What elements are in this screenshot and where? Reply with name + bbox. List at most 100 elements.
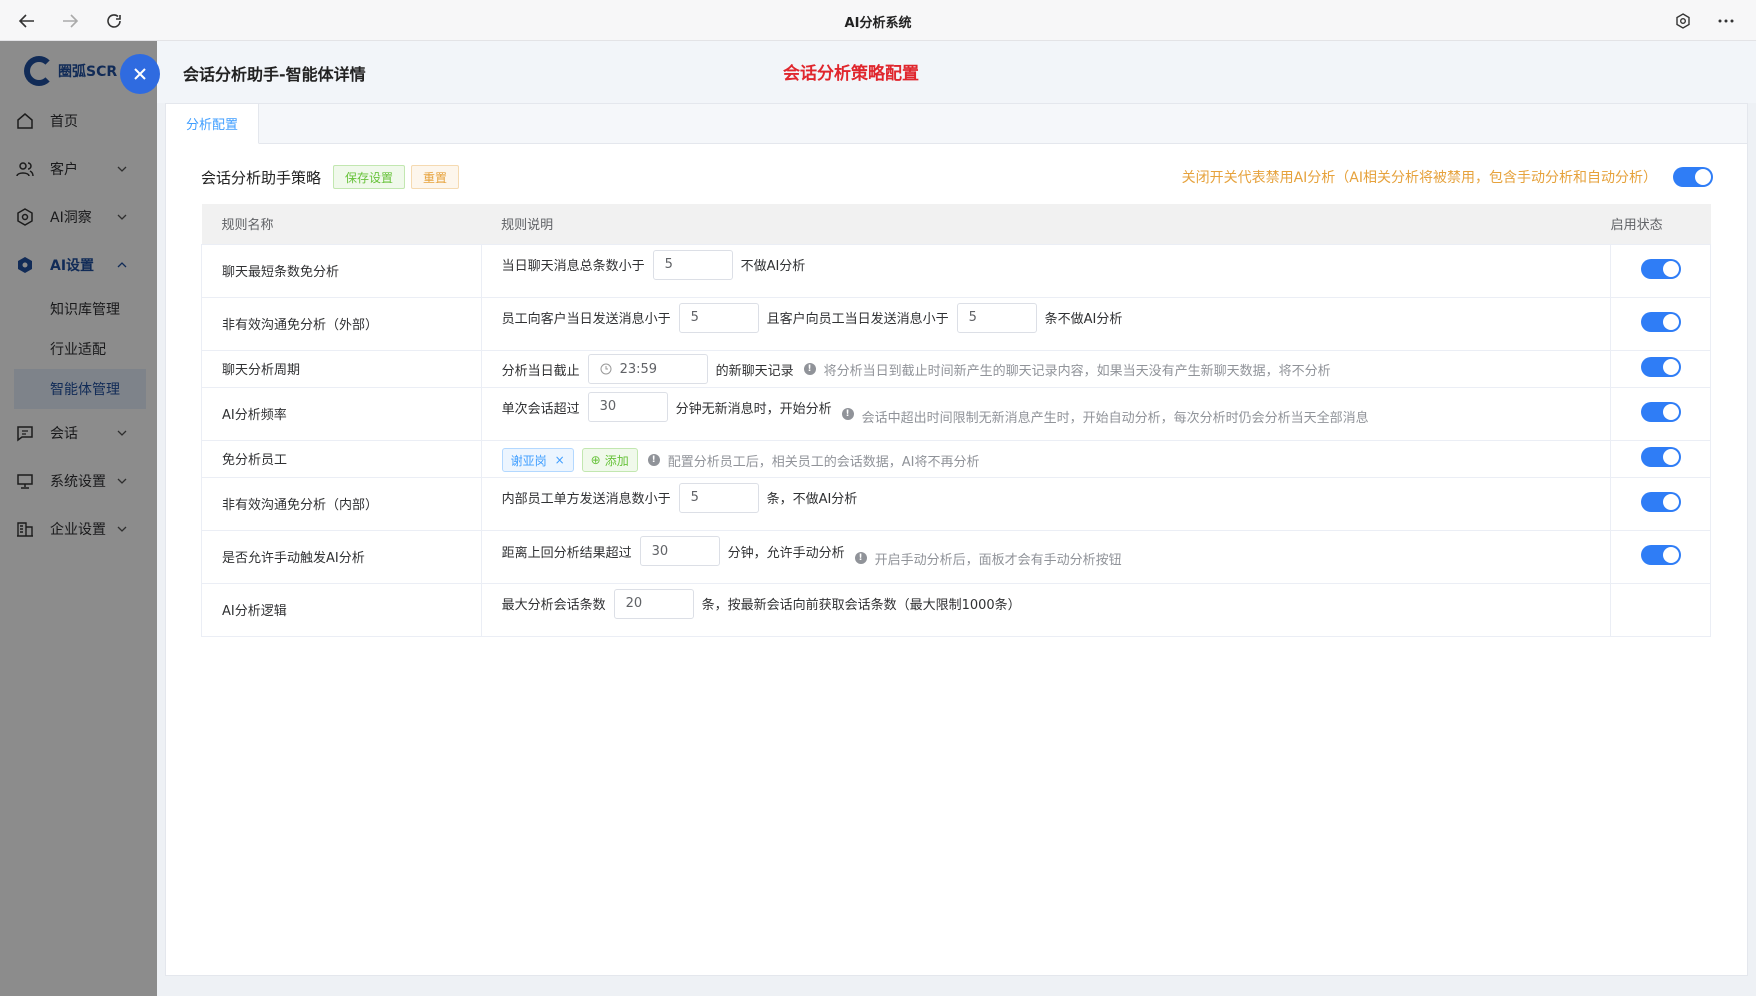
rule-text: 的新聊天记录 bbox=[715, 363, 794, 379]
table-row: AI分析逻辑 最大分析会话条数 20 条，按最新会话向前获取会话条数（最大限制1… bbox=[201, 582, 1711, 637]
rule-hint: 会话中超出时间限制无新消息产生时，开始自动分析，每次分析时仍会分析当天全部消息 bbox=[861, 410, 1369, 426]
rule-name: 聊天最短条数免分析 bbox=[201, 243, 482, 298]
max-sessions-input[interactable]: 20 bbox=[613, 588, 694, 619]
column-header-state: 启用状态 bbox=[1610, 204, 1711, 245]
info-icon: ! bbox=[841, 407, 854, 420]
add-employee-button[interactable]: ⊕ 添加 bbox=[581, 448, 638, 472]
rule-state bbox=[1610, 439, 1711, 478]
rule-name: 聊天分析周期 bbox=[201, 349, 482, 388]
rule-name: AI分析频率 bbox=[201, 386, 482, 441]
rule-desc: 最大分析会话条数 20 条，按最新会话向前获取会话条数（最大限制1000条） bbox=[480, 582, 1612, 637]
close-drawer-button[interactable] bbox=[120, 54, 160, 94]
rule-desc: 员工向客户当日发送消息小于 5 且客户向员工当日发送消息小于 5 条不做AI分析 bbox=[480, 296, 1612, 351]
rule-toggle[interactable] bbox=[1640, 401, 1681, 422]
config-panel: 分析配置 会话分析助手策略 保存设置 重置 关闭开关代表禁用AI分析（AI相关分… bbox=[165, 103, 1748, 976]
close-icon bbox=[134, 68, 146, 80]
rule-text: 分钟，允许手动分析 bbox=[727, 545, 845, 561]
rule-toggle[interactable] bbox=[1640, 311, 1681, 332]
rule-text: 距离上回分析结果超过 bbox=[501, 545, 632, 561]
rule-state bbox=[1610, 529, 1711, 584]
rule-state bbox=[1610, 296, 1711, 351]
table-row: 聊天分析周期 分析当日截止 23:59 的新聊天记录 ! 将分析当日到截止时间新… bbox=[201, 349, 1711, 388]
add-label: 添加 bbox=[604, 453, 629, 468]
rule-desc: 内部员工单方发送消息数小于 5 条，不做AI分析 bbox=[480, 476, 1612, 531]
employee-msg-input[interactable]: 5 bbox=[678, 302, 759, 333]
rule-toggle[interactable] bbox=[1640, 491, 1681, 512]
strategy-title: 会话分析助手策略 bbox=[201, 168, 322, 187]
rule-text: 条不做AI分析 bbox=[1044, 312, 1123, 327]
table-row: 免分析员工 谢亚岗 × ⊕ 添加 ! 配置分析员工后，相关员工的会话数据，AI将… bbox=[201, 439, 1711, 478]
tab-analysis-config[interactable]: 分析配置 bbox=[166, 104, 260, 144]
rule-toggle[interactable] bbox=[1640, 446, 1681, 467]
rules-table: 规则名称 规则说明 启用状态 聊天最短条数免分析 当日聊天消息总条数小于 5 不… bbox=[201, 204, 1711, 637]
rule-hint: 将分析当日到截止时间新产生的聊天记录内容，如果当天没有产生新聊天数据，将不分析 bbox=[823, 363, 1331, 379]
rule-state bbox=[1610, 476, 1711, 531]
column-header-name: 规则名称 bbox=[201, 204, 482, 245]
rule-text: 员工向客户当日发送消息小于 bbox=[501, 312, 671, 327]
clock-icon bbox=[600, 363, 612, 375]
rule-text: 分析当日截止 bbox=[501, 363, 580, 379]
rule-name: 是否允许手动触发AI分析 bbox=[201, 529, 482, 584]
table-row: 非有效沟通免分析（外部） 员工向客户当日发送消息小于 5 且客户向员工当日发送消… bbox=[201, 296, 1711, 351]
rule-desc: 分析当日截止 23:59 的新聊天记录 ! 将分析当日到截止时间新产生的聊天记录… bbox=[480, 349, 1612, 388]
more-icon[interactable] bbox=[1713, 8, 1739, 34]
rule-text: 且客户向员工当日发送消息小于 bbox=[766, 312, 949, 327]
rule-state bbox=[1610, 386, 1711, 441]
info-icon: ! bbox=[647, 454, 660, 466]
table-row: 聊天最短条数免分析 当日聊天消息总条数小于 5 不做AI分析 bbox=[201, 243, 1711, 298]
table-header-row: 规则名称 规则说明 启用状态 bbox=[201, 204, 1711, 245]
drawer-annotation: 会话分析策略配置 bbox=[783, 64, 919, 84]
cutoff-time-input[interactable]: 23:59 bbox=[587, 354, 708, 384]
save-settings-button[interactable]: 保存设置 bbox=[333, 165, 406, 189]
internal-msg-input[interactable]: 5 bbox=[678, 482, 759, 513]
rule-state bbox=[1610, 243, 1711, 298]
rule-name: 非有效沟通免分析（内部） bbox=[201, 476, 482, 531]
drawer-header: 会话分析助手-智能体详情 会话分析策略配置 bbox=[157, 41, 1756, 103]
min-count-input[interactable]: 5 bbox=[652, 249, 733, 280]
settings-icon[interactable] bbox=[1670, 8, 1696, 34]
rule-state bbox=[1610, 349, 1711, 388]
master-ai-toggle[interactable] bbox=[1673, 167, 1713, 187]
plus-circle-icon: ⊕ bbox=[590, 453, 601, 467]
info-icon: ! bbox=[854, 552, 867, 564]
rule-text: 最大分析会话条数 bbox=[501, 598, 606, 613]
customer-msg-input[interactable]: 5 bbox=[956, 302, 1037, 333]
info-icon: ! bbox=[803, 363, 816, 375]
rule-text: 内部员工单方发送消息数小于 bbox=[501, 492, 671, 507]
rule-name: 非有效沟通免分析（外部） bbox=[201, 296, 482, 351]
employee-tag[interactable]: 谢亚岗 × bbox=[501, 448, 574, 472]
rule-desc: 谢亚岗 × ⊕ 添加 ! 配置分析员工后，相关员工的会话数据，AI将不再分析 bbox=[480, 439, 1612, 478]
frequency-input[interactable]: 30 bbox=[587, 391, 668, 422]
rule-name: AI分析逻辑 bbox=[201, 582, 482, 637]
drawer-title: 会话分析助手-智能体详情 bbox=[183, 65, 366, 84]
rule-state bbox=[1610, 582, 1711, 637]
rule-desc: 单次会话超过 30 分钟无新消息时，开始分析 ! 会话中超出时间限制无新消息产生… bbox=[480, 386, 1612, 441]
table-row: 非有效沟通免分析（内部） 内部员工单方发送消息数小于 5 条，不做AI分析 bbox=[201, 476, 1711, 531]
rule-toggle[interactable] bbox=[1640, 356, 1681, 377]
cutoff-time-value: 23:59 bbox=[619, 361, 658, 377]
rule-text: 不做AI分析 bbox=[740, 259, 806, 274]
rule-name: 免分析员工 bbox=[201, 439, 482, 478]
rule-desc: 距离上回分析结果超过 30 分钟，允许手动分析 ! 开启手动分析后，面板才会有手… bbox=[480, 529, 1612, 584]
rule-hint: 开启手动分析后，面板才会有手动分析按钮 bbox=[874, 552, 1122, 568]
rule-text: 分钟无新消息时，开始分析 bbox=[675, 401, 832, 417]
master-switch-hint: 关闭开关代表禁用AI分析（AI相关分析将被禁用，包含手动分析和自动分析） bbox=[1181, 170, 1657, 186]
column-header-desc: 规则说明 bbox=[481, 204, 1611, 245]
rule-text: 当日聊天消息总条数小于 bbox=[501, 259, 645, 274]
employee-tag-label: 谢亚岗 bbox=[510, 453, 547, 468]
table-row: 是否允许手动触发AI分析 距离上回分析结果超过 30 分钟，允许手动分析 ! 开… bbox=[201, 529, 1711, 584]
rule-hint: 配置分析员工后，相关员工的会话数据，AI将不再分析 bbox=[667, 454, 980, 470]
rule-toggle[interactable] bbox=[1640, 544, 1681, 565]
rule-text: 单次会话超过 bbox=[501, 401, 580, 417]
rule-text: 条，按最新会话向前获取会话条数（最大限制1000条） bbox=[701, 598, 1021, 613]
rule-text: 条，不做AI分析 bbox=[766, 492, 858, 507]
window-title: AI分析系统 bbox=[844, 16, 912, 31]
tab-bar: 分析配置 bbox=[166, 104, 1747, 144]
browser-toolbar: AI分析系统 bbox=[0, 0, 1756, 41]
rule-toggle[interactable] bbox=[1640, 258, 1681, 279]
reset-button[interactable]: 重置 bbox=[411, 165, 460, 189]
agent-detail-drawer: 会话分析助手-智能体详情 会话分析策略配置 分析配置 会话分析助手策略 保存设置… bbox=[157, 41, 1756, 996]
strategy-header: 会话分析助手策略 保存设置 重置 关闭开关代表禁用AI分析（AI相关分析将被禁用… bbox=[201, 164, 1713, 190]
close-icon[interactable]: × bbox=[555, 453, 565, 467]
manual-interval-input[interactable]: 30 bbox=[639, 536, 720, 566]
